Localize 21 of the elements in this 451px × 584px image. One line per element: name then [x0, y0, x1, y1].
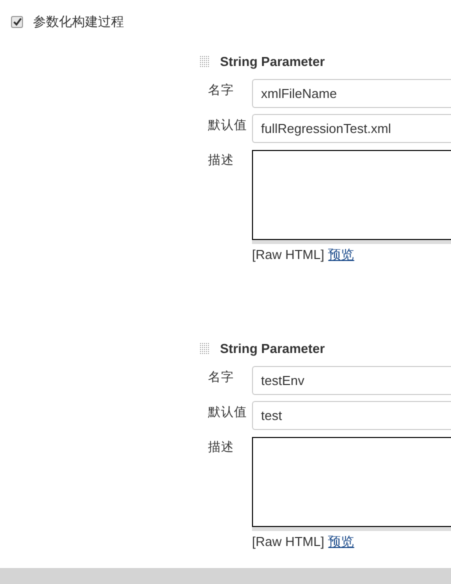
preview-link[interactable]: 预览	[328, 532, 354, 551]
description-field[interactable]	[252, 436, 451, 526]
input-field[interactable]: xmlFileName	[252, 79, 451, 108]
description-field[interactable]	[252, 150, 451, 240]
field-label: 名字	[207, 368, 235, 386]
format-label: [Raw HTML]	[252, 532, 324, 551]
field-label: 默认值	[207, 404, 248, 420]
section-title: String Parameter	[220, 53, 325, 72]
input-field[interactable]: test	[252, 400, 451, 430]
input-field[interactable]: testEnv	[252, 366, 451, 394]
field-label: 描述	[207, 438, 235, 456]
input-field[interactable]: fullRegressionTest.xml	[252, 114, 451, 143]
field-label: 名字	[207, 82, 235, 99]
section-title: String Parameter	[220, 340, 325, 358]
field-label: 描述	[207, 152, 235, 169]
field-label: 默认值	[207, 117, 248, 134]
format-label: [Raw HTML]	[252, 246, 324, 264]
resize-bar[interactable]	[252, 526, 451, 530]
preview-link[interactable]: 预览	[328, 245, 354, 264]
checkbox-label: 参数化构建过程	[33, 12, 124, 31]
checkbox[interactable]	[11, 16, 23, 28]
